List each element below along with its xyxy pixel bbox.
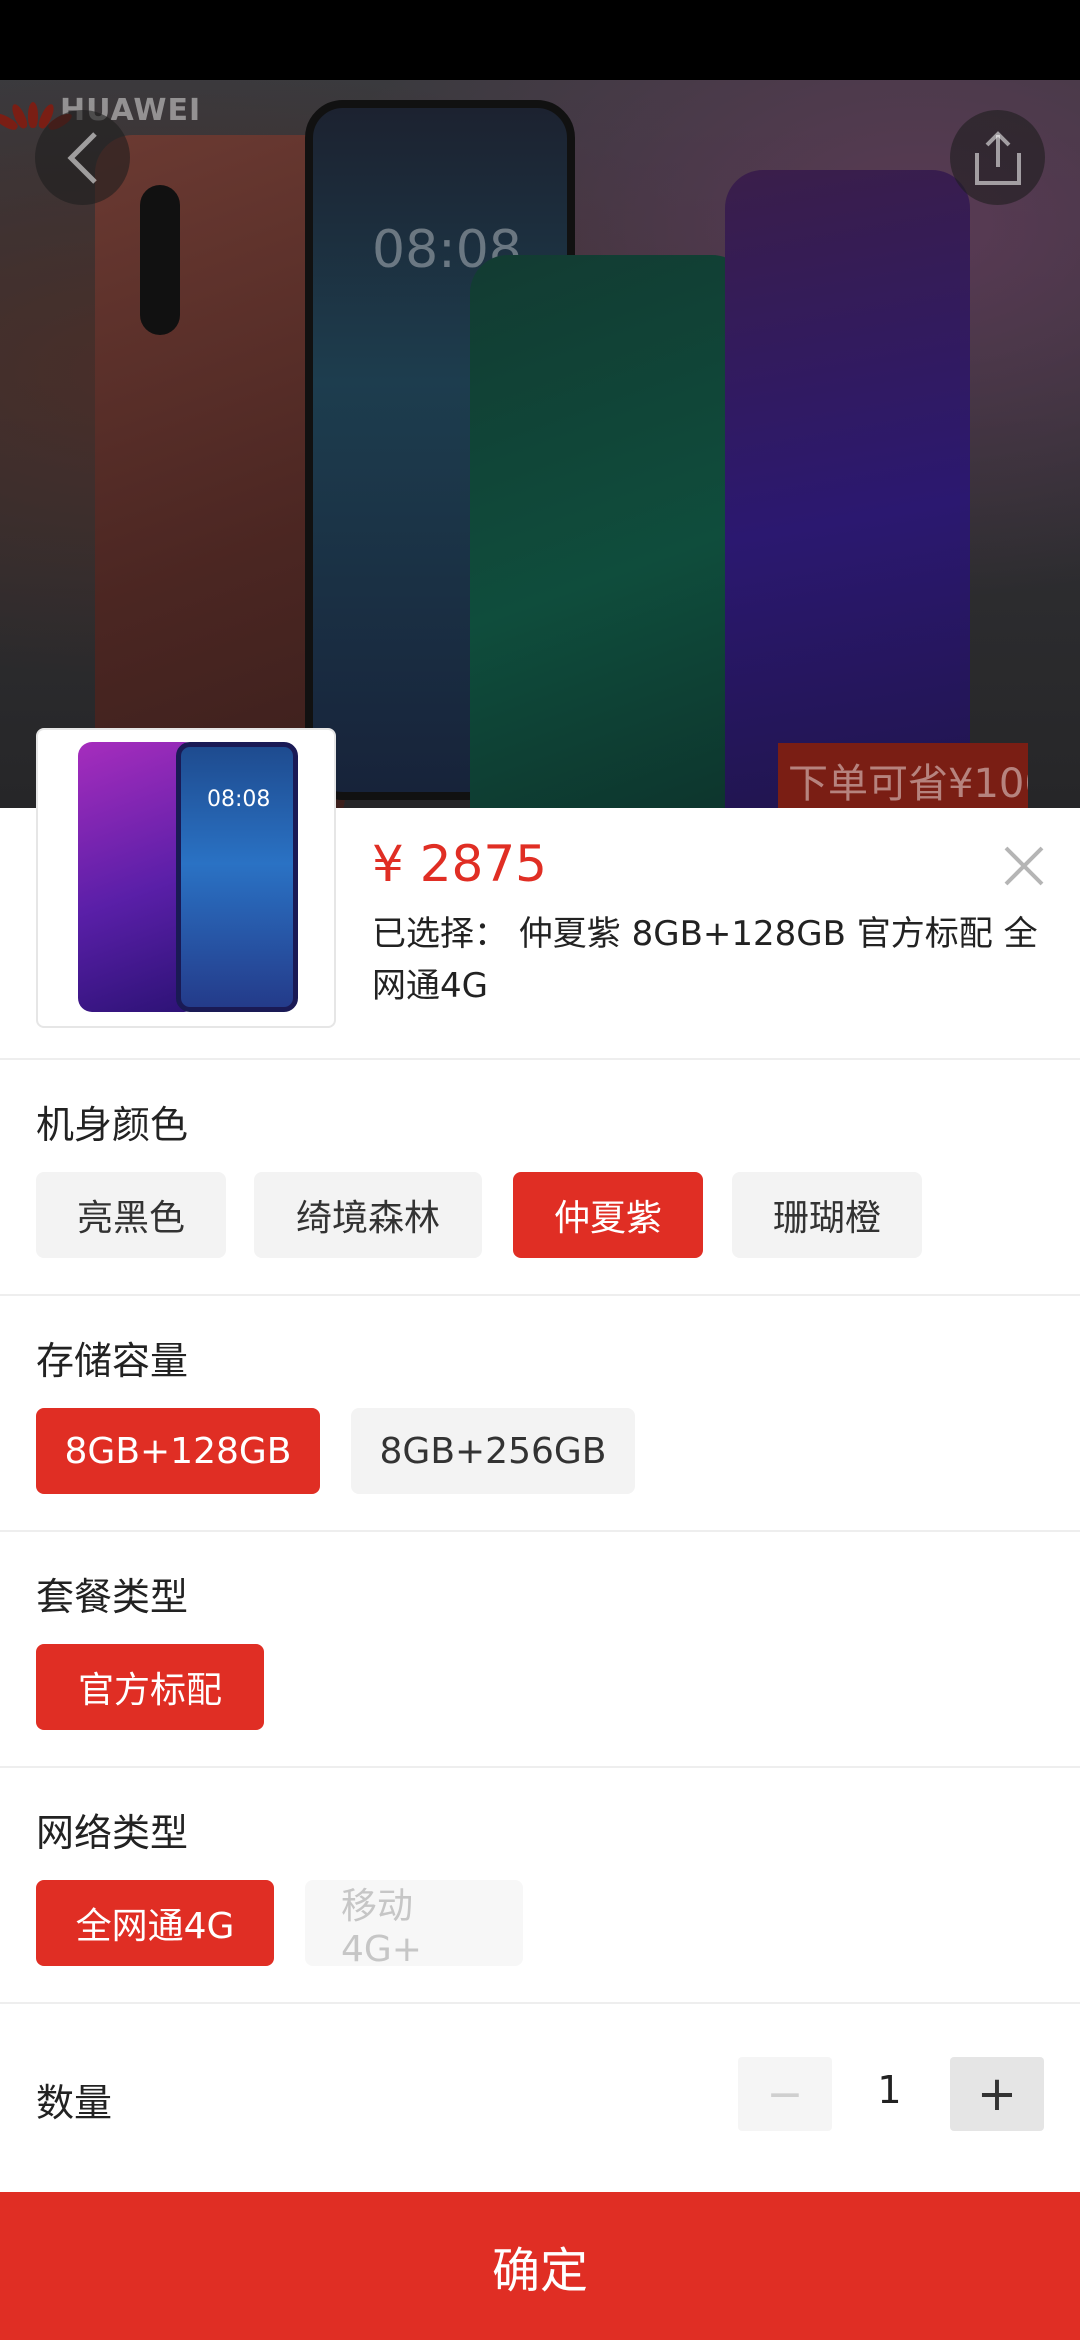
section-title-storage: 存储容量 [36,1339,189,1383]
divider [0,1766,1080,1768]
option-network-all[interactable]: 全网通4G [36,1880,274,1966]
product-price: ¥ 2875 [372,835,547,893]
product-hero-image: 08:08 下单可省¥100 [0,80,1080,810]
confirm-button[interactable]: 确定 [0,2192,1080,2340]
thumbnail-phone-front: 08:08 [176,742,298,1012]
hero-camera-module [140,185,180,335]
section-title-package: 套餐类型 [36,1575,189,1619]
share-button[interactable] [950,110,1045,205]
plus-icon: + [976,2066,1018,2122]
status-bar [0,0,1080,80]
hero-promo-banner: 下单可省¥100 [778,743,1028,810]
hero-phone-green [470,255,750,810]
close-icon [1004,846,1044,886]
minus-icon: − [766,2068,804,2120]
quantity-decrease-button[interactable]: − [738,2057,832,2131]
divider [0,1294,1080,1296]
option-storage-128[interactable]: 8GB+128GB [36,1408,320,1494]
option-package-standard[interactable]: 官方标配 [36,1644,264,1730]
back-arrow-icon [66,131,97,184]
quantity-label: 数量 [36,2081,113,2125]
quantity-increase-button[interactable]: + [950,2057,1044,2131]
option-network-mobile[interactable]: 移动4G+ [305,1880,523,1970]
option-storage-256[interactable]: 8GB+256GB [351,1408,635,1494]
share-icon [974,130,1021,185]
thumbnail-clock: 08:08 [207,787,271,812]
back-button[interactable] [35,110,130,205]
quantity-value[interactable]: 1 [852,2068,927,2112]
hero-phone-purple [725,170,970,810]
option-color-orange[interactable]: 珊瑚橙 [732,1172,922,1258]
section-title-network: 网络类型 [36,1811,189,1855]
option-color-black[interactable]: 亮黑色 [36,1172,226,1258]
divider [0,2002,1080,2004]
option-color-forest[interactable]: 绮境森林 [254,1172,482,1258]
section-title-color: 机身颜色 [36,1103,189,1147]
divider [0,1058,1080,1060]
selected-summary: 已选择： 仲夏紫 8GB+128GB 官方标配 全网通4G [372,914,1038,1006]
close-button[interactable] [998,840,1050,892]
divider [0,1530,1080,1532]
option-color-purple[interactable]: 仲夏紫 [513,1172,703,1258]
product-thumbnail: 08:08 [36,728,336,1028]
